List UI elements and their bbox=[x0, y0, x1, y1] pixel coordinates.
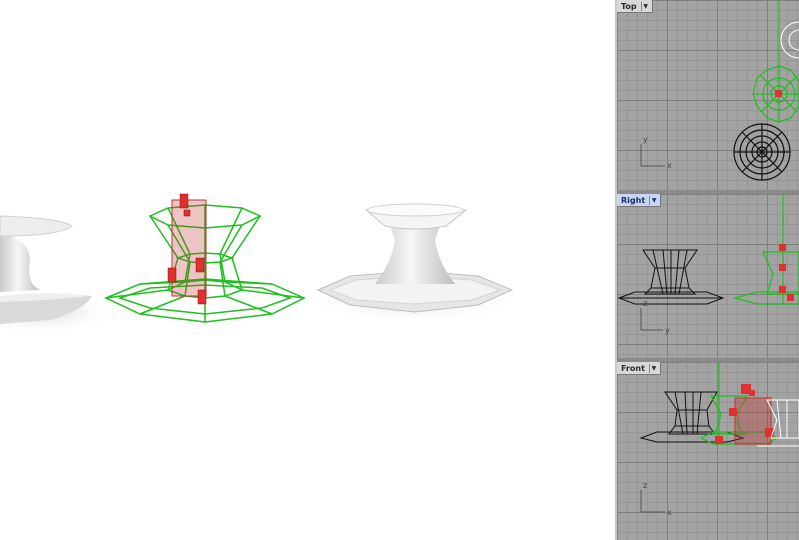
top-axis-gizmo bbox=[640, 144, 665, 167]
top-viewport[interactable]: Top ▼ x y bbox=[617, 0, 799, 190]
front-axis-gizmo bbox=[640, 490, 665, 513]
viewport-label-top: Top bbox=[621, 1, 637, 11]
side-viewports: Top ▼ x y Right ▼ y z Front ▼ x z bbox=[617, 0, 799, 540]
front-view-scene: x z bbox=[639, 362, 799, 517]
top-axis-y: y bbox=[643, 135, 648, 144]
top-axis-x: x bbox=[667, 161, 672, 170]
front-axis-y: z bbox=[643, 481, 647, 490]
right-view-scene: y z bbox=[617, 194, 799, 335]
right-axis-gizmo bbox=[640, 308, 663, 331]
rendered-cup-right[interactable] bbox=[305, 203, 525, 324]
right-cup-black-wire bbox=[617, 249, 725, 305]
viewport-tab-right[interactable]: Right ▼ bbox=[617, 194, 662, 207]
rendered-cup-left[interactable] bbox=[0, 215, 120, 334]
perspective-scene bbox=[0, 193, 525, 334]
right-cup-green-wire bbox=[732, 194, 799, 305]
chevron-down-icon[interactable]: ▼ bbox=[648, 363, 658, 373]
top-cup-white-wire bbox=[780, 21, 799, 59]
chevron-down-icon[interactable]: ▼ bbox=[649, 195, 658, 205]
front-viewport[interactable]: Front ▼ x z bbox=[617, 362, 799, 540]
viewport-tab-front[interactable]: Front ▼ bbox=[617, 362, 661, 375]
right-axis-y: z bbox=[643, 299, 647, 308]
viewport-label-front: Front bbox=[621, 363, 645, 373]
right-axis-x: y bbox=[665, 326, 670, 335]
top-cup-black-wire bbox=[733, 123, 791, 181]
chevron-down-icon[interactable]: ▼ bbox=[640, 1, 650, 11]
top-view-scene: x y bbox=[640, 0, 799, 181]
right-viewport[interactable]: Right ▼ y z bbox=[617, 194, 799, 358]
front-axis-x: x bbox=[667, 508, 672, 517]
viewport-tab-top[interactable]: Top ▼ bbox=[617, 0, 653, 13]
front-gumball-plane[interactable] bbox=[734, 397, 772, 445]
perspective-viewport[interactable] bbox=[0, 0, 615, 540]
gumball-widget[interactable] bbox=[167, 193, 207, 305]
viewport-label-right: Right bbox=[621, 195, 646, 205]
